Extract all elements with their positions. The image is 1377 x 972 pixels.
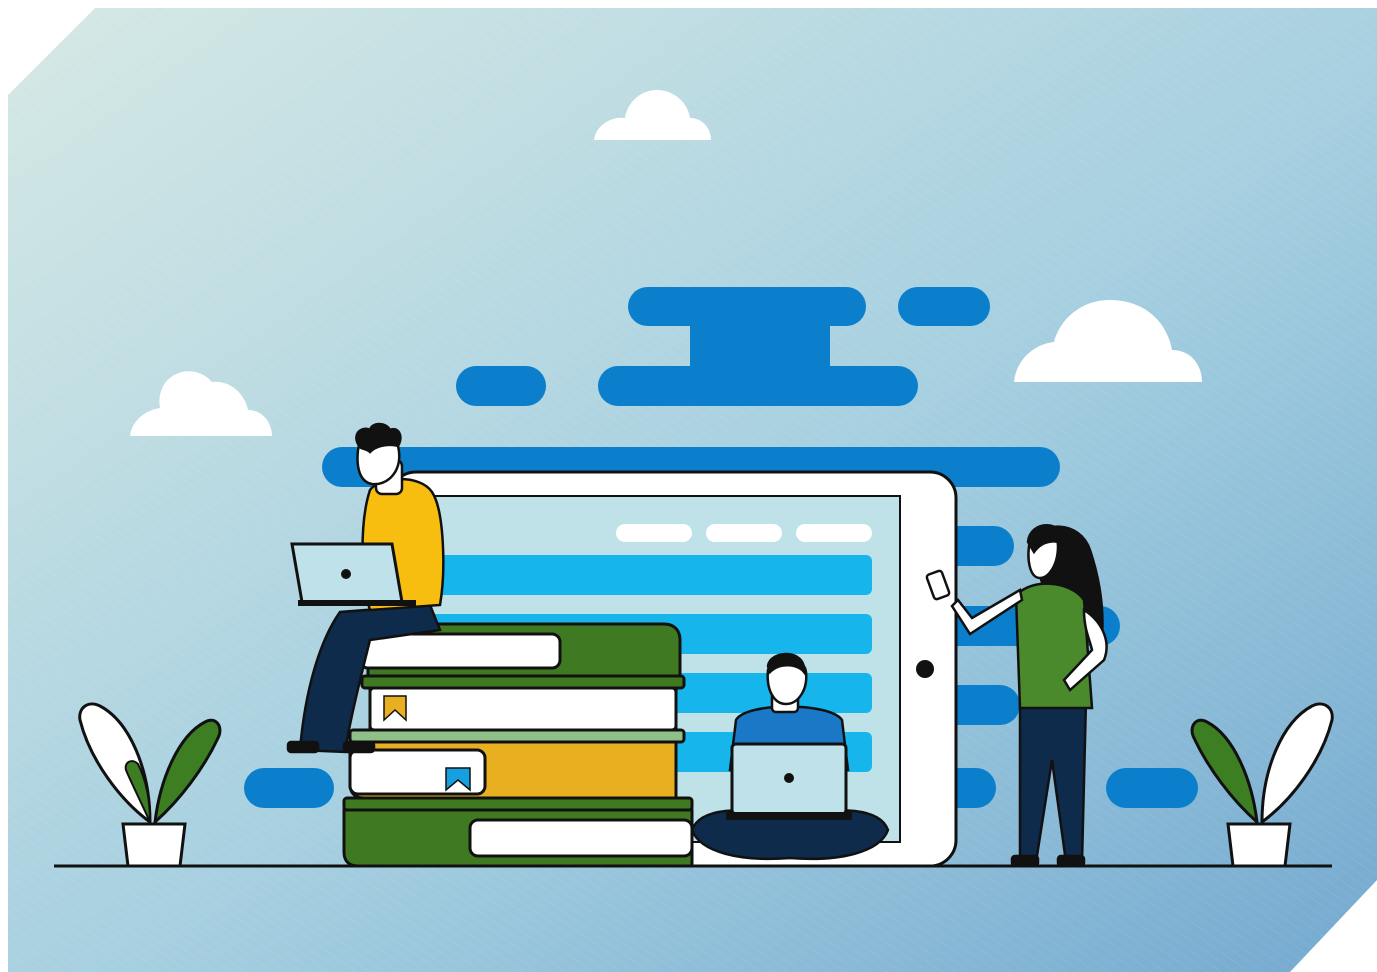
tablet-home-button <box>916 660 934 678</box>
illustration-canvas <box>8 8 1377 972</box>
book-stack <box>342 622 694 868</box>
tablet-menu-bars <box>616 524 872 542</box>
laptop-icon <box>726 742 852 820</box>
